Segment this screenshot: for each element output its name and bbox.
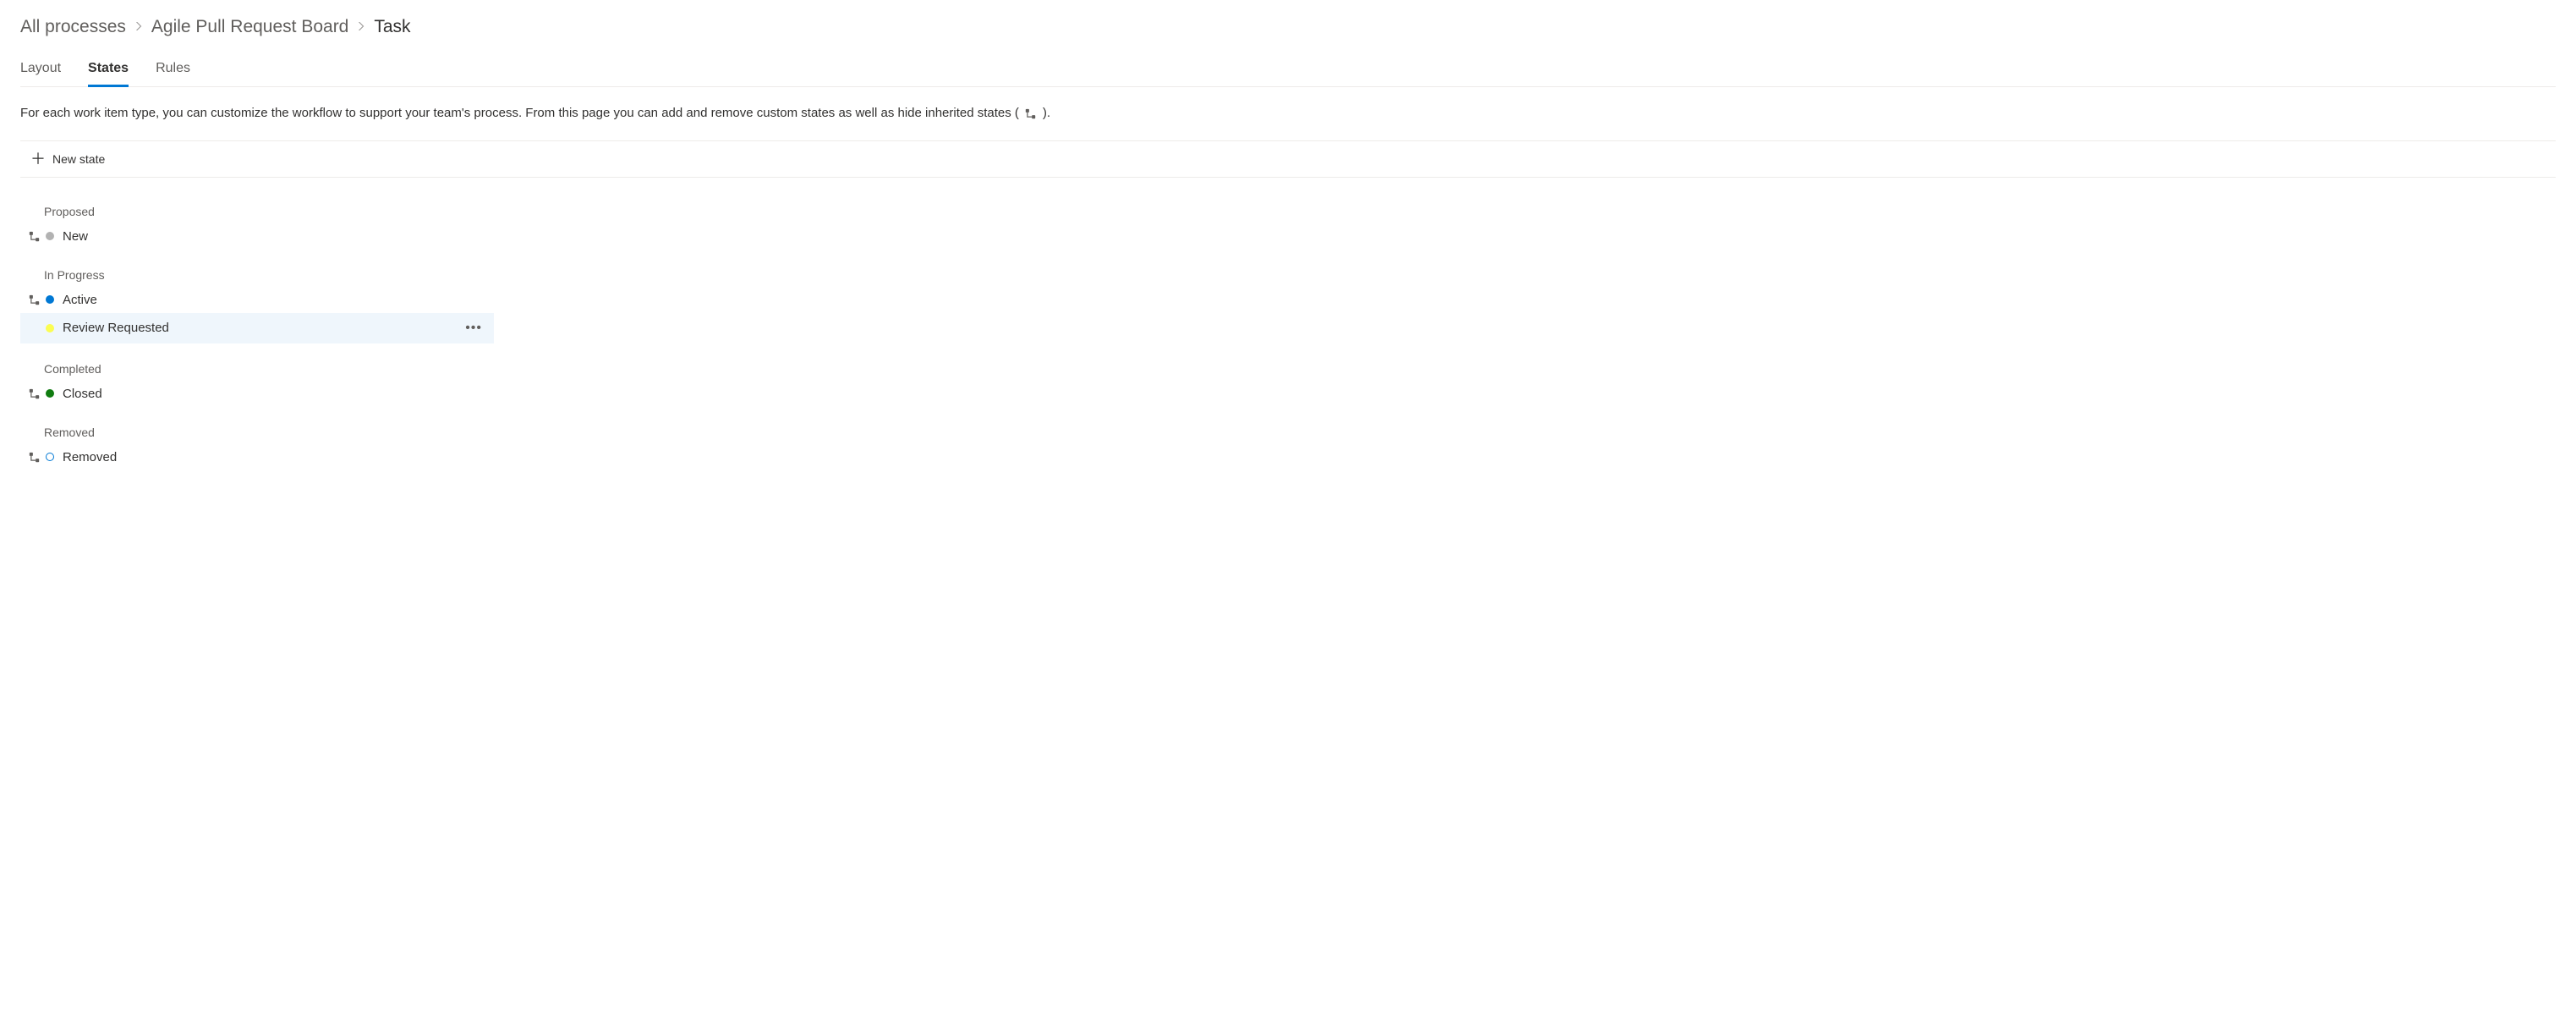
- more-actions-button[interactable]: •••: [460, 319, 487, 338]
- inherited-icon: [27, 387, 41, 400]
- state-color-dot: [46, 324, 54, 332]
- tab-layout[interactable]: Layout: [20, 61, 61, 87]
- tab-states[interactable]: States: [88, 61, 129, 87]
- state-category-header: In Progress: [20, 261, 494, 287]
- state-name-label: New: [63, 229, 487, 244]
- breadcrumb: All processes Agile Pull Request Board T…: [20, 17, 2556, 37]
- state-name-label: Removed: [63, 450, 487, 464]
- state-color-dot: [46, 232, 54, 240]
- tab-rules[interactable]: Rules: [156, 61, 190, 87]
- inherited-icon: [27, 293, 41, 306]
- state-color-dot: [46, 453, 54, 461]
- tabs: Layout States Rules: [20, 61, 2556, 87]
- breadcrumb-all-processes[interactable]: All processes: [20, 17, 126, 37]
- state-category-header: Proposed: [20, 198, 494, 223]
- plus-icon: ＋: [30, 151, 46, 167]
- state-row[interactable]: New•••: [20, 223, 494, 250]
- state-category-header: Completed: [20, 355, 494, 381]
- inherited-icon: [1024, 107, 1038, 120]
- state-row[interactable]: Removed•••: [20, 444, 494, 470]
- new-state-label: New state: [52, 152, 105, 166]
- state-color-dot: [46, 295, 54, 304]
- state-category-header: Removed: [20, 419, 494, 444]
- page-description: For each work item type, you can customi…: [20, 104, 2556, 124]
- toolbar: ＋ New state: [20, 140, 2556, 178]
- breadcrumb-process-name[interactable]: Agile Pull Request Board: [151, 17, 348, 37]
- breadcrumb-current: Task: [374, 17, 410, 37]
- state-name-label: Active: [63, 293, 487, 307]
- state-color-dot: [46, 389, 54, 398]
- new-state-button[interactable]: ＋ New state: [27, 150, 108, 168]
- states-list: ProposedNew•••In ProgressActive•••Review…: [20, 198, 494, 470]
- state-row[interactable]: Closed•••: [20, 381, 494, 407]
- state-row[interactable]: Active•••: [20, 287, 494, 313]
- state-row[interactable]: Review Requested •••: [20, 313, 494, 343]
- inherited-icon: [27, 229, 41, 243]
- state-name-label: Closed: [63, 387, 487, 401]
- state-name-label: Review Requested: [63, 321, 460, 335]
- ellipsis-icon: •••: [465, 321, 482, 335]
- inherited-icon: [27, 450, 41, 464]
- description-text-pre: For each work item type, you can customi…: [20, 104, 1019, 124]
- chevron-right-icon: [134, 19, 143, 35]
- chevron-right-icon: [357, 19, 365, 35]
- description-text-post: ).: [1043, 104, 1050, 124]
